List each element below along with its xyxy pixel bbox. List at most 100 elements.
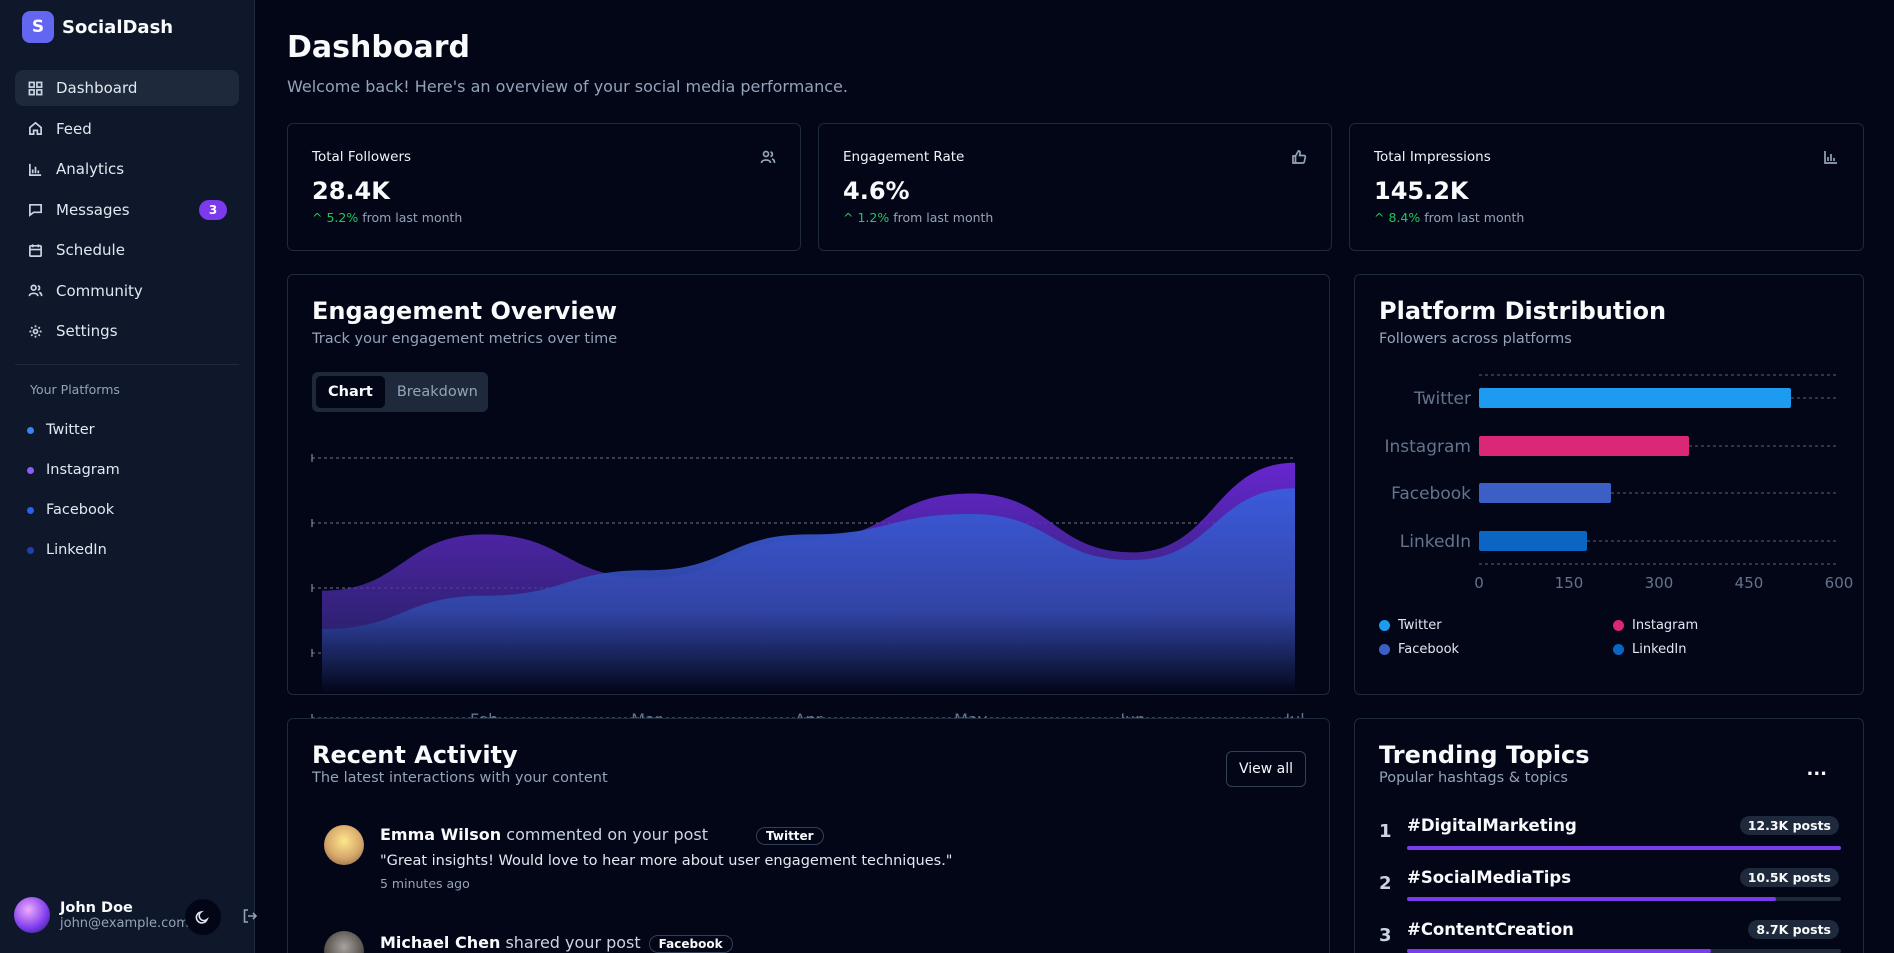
- user-email: john@example.com: [60, 915, 189, 931]
- platform-item-linkedin[interactable]: LinkedIn: [27, 530, 120, 570]
- stat-change: ^ 1.2% from last month: [843, 210, 993, 225]
- activity-user-name[interactable]: Emma Wilson: [380, 825, 501, 844]
- theme-toggle-button[interactable]: [185, 899, 221, 935]
- tab-chart[interactable]: Chart: [316, 376, 385, 408]
- thumbs-up-icon: [1292, 149, 1307, 164]
- trend-rank: 3: [1379, 925, 1392, 946]
- stat-change-value: 5.2%: [326, 210, 359, 225]
- platform-item-twitter[interactable]: Twitter: [27, 410, 120, 450]
- legend-label: Facebook: [1398, 642, 1460, 657]
- main-content: Dashboard Welcome back! Here's an overvi…: [287, 0, 1864, 953]
- activity-time: 5 minutes ago: [380, 876, 470, 891]
- stat-value: 28.4K: [312, 177, 390, 205]
- trend-up-icon: ^: [312, 210, 327, 225]
- sidebar-item-label: Dashboard: [56, 79, 138, 97]
- sidebar-nav: Dashboard Feed Analytics Messages 3 Sche…: [15, 70, 239, 354]
- platform-label: Instagram: [46, 462, 120, 478]
- x-tick-label: 150: [1555, 574, 1584, 592]
- tab-breakdown[interactable]: Breakdown: [385, 376, 490, 408]
- legend-label: LinkedIn: [1632, 642, 1687, 657]
- stat-icon-wrap: [1823, 149, 1839, 169]
- trend-count: 10.5K posts: [1739, 868, 1839, 887]
- legend-swatch: [1379, 620, 1390, 631]
- sidebar-item-label: Schedule: [56, 241, 125, 259]
- home-icon: [29, 121, 42, 135]
- trend-count: 8.7K posts: [1748, 920, 1839, 939]
- page-title: Dashboard: [287, 30, 470, 65]
- view-all-button[interactable]: View all: [1226, 751, 1306, 787]
- logout-button[interactable]: [242, 908, 258, 928]
- engagement-subtitle: Track your engagement metrics over time: [312, 331, 618, 347]
- app-logo[interactable]: S SocialDash: [22, 11, 173, 43]
- engagement-title: Engagement Overview: [312, 297, 617, 325]
- trend-progress-fill: [1407, 949, 1711, 953]
- platform-distribution-card: Platform Distribution Followers across p…: [1354, 274, 1864, 695]
- bar-twitter[interactable]: [1479, 388, 1791, 408]
- legend-label: Instagram: [1632, 618, 1699, 633]
- sidebar: S SocialDash Dashboard Feed Analytics Me…: [0, 0, 258, 953]
- trend-progress-fill: [1407, 897, 1776, 901]
- trend-tag[interactable]: #DigitalMarketing: [1407, 816, 1577, 835]
- trending-subtitle: Popular hashtags & topics: [1379, 770, 1568, 786]
- platform-dot: [27, 506, 34, 514]
- stat-label: Total Followers: [312, 149, 412, 165]
- platform-label: LinkedIn: [46, 542, 107, 558]
- legend-swatch: [1613, 644, 1624, 655]
- stat-change: ^ 8.4% from last month: [1374, 210, 1524, 225]
- platform-item-instagram[interactable]: Instagram: [27, 450, 120, 490]
- sidebar-item-messages[interactable]: Messages 3: [15, 192, 239, 228]
- user-profile[interactable]: John Doe john@example.com: [14, 897, 189, 933]
- bar-instagram[interactable]: [1479, 436, 1689, 456]
- trend-rank: 1: [1379, 821, 1392, 842]
- platform-item-facebook[interactable]: Facebook: [27, 490, 120, 530]
- sidebar-item-label: Analytics: [56, 160, 125, 178]
- bar-facebook[interactable]: [1479, 483, 1611, 503]
- more-options-button[interactable]: ...: [1806, 759, 1827, 780]
- messages-count-badge: 3: [199, 199, 227, 220]
- sidebar-item-schedule[interactable]: Schedule: [15, 232, 239, 268]
- y-tick-label: Twitter: [1413, 389, 1471, 409]
- sidebar-item-settings[interactable]: Settings: [15, 313, 239, 349]
- avatar: [14, 897, 50, 933]
- trend-tag[interactable]: #ContentCreation: [1407, 920, 1574, 939]
- sidebar-item-community[interactable]: Community: [15, 273, 239, 309]
- gear-icon: [29, 324, 42, 338]
- activity-item: Michael Chen shared your post Facebook: [380, 933, 733, 953]
- avatar: [324, 825, 364, 865]
- bar-linkedin[interactable]: [1479, 531, 1587, 551]
- y-tick-label: Instagram: [1385, 437, 1472, 457]
- sidebar-divider: [15, 364, 239, 365]
- platform-badge: Facebook: [648, 934, 733, 953]
- platform-label: Twitter: [46, 422, 95, 438]
- stat-label: Total Impressions: [1374, 149, 1491, 165]
- user-name: John Doe: [60, 899, 133, 916]
- activity-subtitle: The latest interactions with your conten…: [312, 770, 608, 786]
- avatar: [324, 931, 364, 953]
- bar-chart-icon: [29, 163, 42, 176]
- platform-dot: [27, 466, 34, 474]
- sidebar-item-dashboard[interactable]: Dashboard: [15, 70, 239, 106]
- platform-label: Facebook: [46, 502, 115, 518]
- activity-user-name[interactable]: Michael Chen: [380, 933, 500, 952]
- stat-icon-wrap: [1291, 149, 1307, 169]
- sidebar-item-feed[interactable]: Feed: [15, 111, 239, 147]
- legend-item-twitter: Twitter: [1379, 618, 1442, 633]
- y-tick-label: Facebook: [1391, 484, 1471, 504]
- sidebar-item-analytics[interactable]: Analytics: [15, 151, 239, 187]
- trend-tag[interactable]: #SocialMediaTips: [1407, 868, 1571, 887]
- stat-value: 145.2K: [1374, 177, 1469, 205]
- legend-swatch: [1613, 620, 1624, 631]
- trending-topics-card: Trending Topics Popular hashtags & topic…: [1354, 718, 1864, 953]
- x-tick-label: 0: [1474, 574, 1484, 592]
- legend-item-instagram: Instagram: [1613, 618, 1698, 633]
- stat-change-suffix: from last month: [893, 210, 994, 225]
- activity-action: shared your post: [505, 933, 641, 952]
- engagement-tabs: Chart Breakdown: [312, 372, 488, 412]
- y-tick-label: LinkedIn: [1400, 532, 1471, 552]
- stat-change-value: 8.4%: [1388, 210, 1421, 225]
- recent-activity-card: Recent Activity The latest interactions …: [287, 718, 1330, 953]
- stat-label: Engagement Rate: [843, 149, 965, 165]
- platforms-list: Twitter Instagram Facebook LinkedIn: [27, 410, 120, 570]
- grid-icon: [28, 81, 43, 95]
- trending-title: Trending Topics: [1379, 741, 1590, 769]
